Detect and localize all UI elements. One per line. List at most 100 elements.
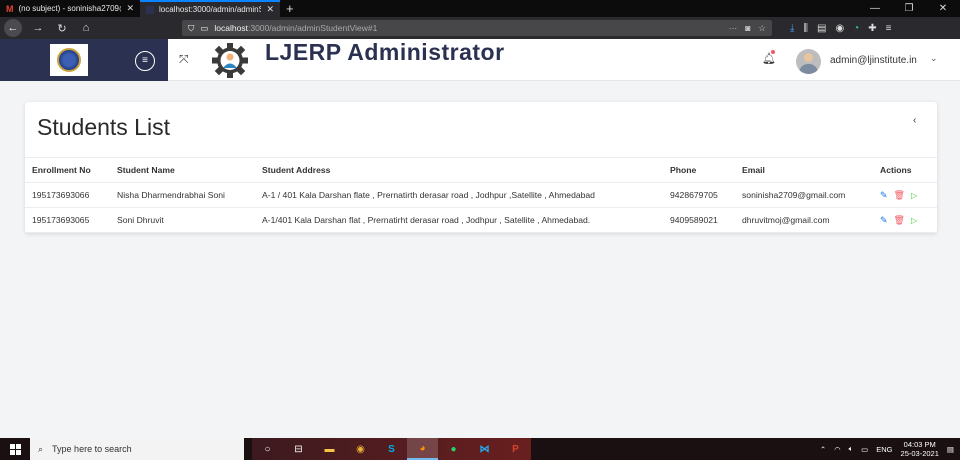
reload-icon[interactable]: ↻ (54, 22, 70, 35)
students-card: Students List ‹ Enrollment No Student Na… (25, 102, 937, 233)
url-host: localhost (214, 23, 248, 33)
institute-logo[interactable] (50, 44, 88, 76)
system-tray: ⌃ ◠ 🔈︎ ▭ ENG 04:03 PM 25-03-2021 ▤ (820, 440, 960, 458)
shield-icon: ⛉ (188, 22, 195, 33)
extension-icon[interactable]: ◔ (853, 23, 859, 34)
address-cell: A-1/401 Kala Darshan flat , Prernatirht … (255, 207, 663, 233)
enrollment-cell: 195173693065 (25, 207, 110, 233)
search-placeholder: Type here to search (52, 444, 132, 454)
taskbar-apps: ○ ⊟ ▬ ◉ S ◕ ● ⋈ P (252, 438, 531, 460)
app-header: ≡ ⤧ LJERP Administrator 🔔︎ admin@ljinsti… (0, 39, 960, 81)
whatsapp-icon[interactable]: ● (438, 438, 469, 460)
address-cell: A-1 / 401 Kala Darshan flate , Prernatir… (255, 182, 663, 208)
avatar[interactable] (796, 49, 821, 74)
taskbar-search-input[interactable]: ⌕ Type here to search (30, 438, 244, 460)
actions-cell: ✎ 🗑︎ ▷ (873, 182, 937, 208)
clock[interactable]: 04:03 PM 25-03-2021 (901, 440, 939, 458)
url-path: :3000/admin/adminStudentView#1 (247, 23, 378, 33)
notification-bell-icon[interactable]: 🔔︎ (762, 52, 776, 65)
library-icon[interactable]: ⫼ (803, 23, 808, 34)
vscode-icon[interactable]: ⋈ (469, 438, 500, 460)
home-icon[interactable]: ⌂ (78, 22, 94, 34)
bookmark-star-icon[interactable]: ☆ (758, 23, 766, 34)
windows-start-icon[interactable] (0, 438, 30, 460)
students-table: Enrollment No Student Name Student Addre… (25, 157, 937, 233)
page-icon (146, 5, 154, 14)
delete-icon[interactable]: 🗑︎ (894, 190, 905, 201)
logo-emblem (57, 48, 81, 72)
maximize-icon[interactable]: ❐ (892, 0, 926, 17)
page-info-icon: ▭ (200, 22, 209, 33)
app-title: LJERP Administrator (265, 39, 505, 65)
network-icon[interactable]: ◠ (834, 445, 841, 454)
page-title: Students List (37, 114, 170, 140)
table-row: 195173693065 Soni Dhruvit A-1/401 Kala D… (25, 207, 937, 233)
column-header-phone: Phone (663, 157, 735, 183)
addon-icon[interactable]: ✚ (868, 23, 876, 34)
page-actions-icon[interactable]: ··· (729, 23, 738, 34)
cortana-icon[interactable]: ○ (252, 438, 283, 460)
column-header-actions: Actions (873, 157, 937, 183)
skype-icon[interactable]: S (376, 438, 407, 460)
name-cell: Nisha Dharmendrabhai Soni (110, 182, 255, 208)
chrome-icon[interactable]: ◉ (345, 438, 376, 460)
phone-cell: 9428679705 (663, 182, 735, 208)
back-icon[interactable]: ← (4, 19, 22, 37)
close-window-icon[interactable]: ✕ (926, 0, 960, 17)
windows-taskbar: ⌕ Type here to search ○ ⊟ ▬ ◉ S ◕ ● ⋈ P … (0, 438, 960, 460)
clock-time: 04:03 PM (903, 440, 936, 449)
window-controls: — ❐ ✕ (858, 0, 960, 17)
new-tab-button[interactable]: + (280, 0, 300, 17)
actions-cell: ✎ 🗑︎ ▷ (873, 207, 937, 233)
user-email[interactable]: admin@ljinstitute.in (830, 55, 917, 66)
chevron-down-icon[interactable]: ⌄ (930, 53, 938, 64)
chevron-left-icon[interactable]: ‹ (913, 115, 916, 126)
minimize-icon[interactable]: — (858, 0, 892, 17)
sidebar-icon[interactable]: ▤ (817, 23, 826, 34)
email-cell: dhruvitmoj@gmail.com (735, 207, 873, 233)
browser-tab-localhost[interactable]: localhost:3000/admin/adminSt ✕ (140, 0, 280, 17)
close-tab-icon[interactable]: ✕ (126, 3, 134, 14)
delete-icon[interactable]: 🗑︎ (894, 215, 905, 226)
browser-toolbar: ⤓ ⫼ ▤ ◉ ◔ ✚ ≡ (790, 23, 892, 34)
column-header-address: Student Address (255, 157, 663, 183)
url-bar[interactable]: ⛉ ▭ localhost:3000/admin/adminStudentVie… (182, 20, 772, 36)
language-indicator[interactable]: ENG (876, 445, 892, 454)
battery-icon[interactable]: ▭ (861, 445, 868, 454)
menu-toggle-icon[interactable]: ≡ (135, 51, 155, 71)
tab-title: localhost:3000/admin/adminSt (159, 5, 262, 14)
firefox-icon[interactable]: ◕ (407, 438, 438, 460)
column-header-email: Email (735, 157, 873, 183)
browser-tab-gmail[interactable]: M (no subject) - soninisha2709@g ✕ (0, 0, 140, 17)
powerpoint-icon[interactable]: P (500, 438, 531, 460)
tab-title: (no subject) - soninisha2709@g (18, 4, 122, 13)
column-header-enrollment: Enrollment No (25, 157, 110, 183)
enrollment-cell: 195173693066 (25, 182, 110, 208)
close-tab-icon[interactable]: ✕ (266, 4, 274, 15)
edit-icon[interactable]: ✎ (880, 215, 888, 226)
fullscreen-icon[interactable]: ⤧ (179, 52, 189, 67)
notifications-icon[interactable]: ▤ (947, 445, 954, 454)
gmail-icon: M (6, 3, 14, 14)
brand-panel: ≡ (0, 39, 168, 81)
clock-date: 25-03-2021 (900, 449, 939, 458)
browser-navbar: ← → ↻ ⌂ ⛉ ▭ localhost:3000/admin/adminSt… (0, 17, 960, 39)
task-view-icon[interactable]: ⊟ (283, 438, 314, 460)
download-icon[interactable]: ⤓ (790, 23, 794, 34)
pocket-icon[interactable]: ◙ (745, 23, 750, 34)
browser-tabstrip: M (no subject) - soninisha2709@g ✕ local… (0, 0, 960, 17)
view-icon[interactable]: ▷ (911, 216, 917, 225)
edit-icon[interactable]: ✎ (880, 190, 888, 201)
table-row: 195173693066 Nisha Dharmendrabhai Soni A… (25, 182, 937, 208)
file-explorer-icon[interactable]: ▬ (314, 438, 345, 460)
notification-dot (771, 50, 775, 54)
table-header-row: Enrollment No Student Name Student Addre… (25, 157, 937, 183)
chevron-up-icon[interactable]: ⌃ (820, 445, 826, 454)
menu-icon[interactable]: ≡ (886, 23, 892, 34)
email-cell: soninisha2709@gmail.com (735, 182, 873, 208)
volume-icon[interactable]: 🔈︎ (849, 444, 854, 454)
account-icon[interactable]: ◉ (835, 23, 844, 34)
view-icon[interactable]: ▷ (911, 191, 917, 200)
column-header-name: Student Name (110, 157, 255, 183)
forward-icon[interactable]: → (30, 22, 46, 34)
